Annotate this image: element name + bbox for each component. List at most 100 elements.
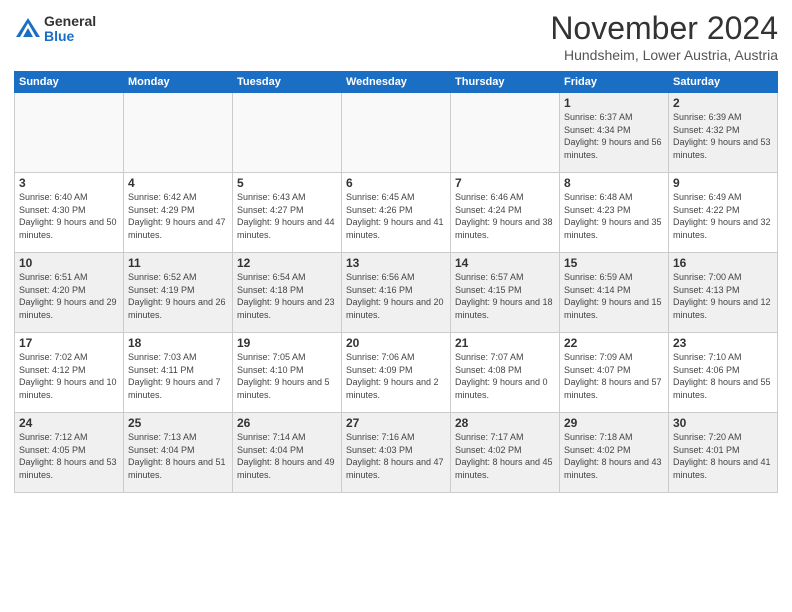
calendar-cell: 28Sunrise: 7:17 AM Sunset: 4:02 PM Dayli… — [451, 413, 560, 493]
logo-blue: Blue — [44, 29, 96, 44]
calendar-cell: 14Sunrise: 6:57 AM Sunset: 4:15 PM Dayli… — [451, 253, 560, 333]
day-number: 14 — [455, 256, 555, 270]
day-info: Sunrise: 6:59 AM Sunset: 4:14 PM Dayligh… — [564, 271, 664, 321]
day-info: Sunrise: 7:07 AM Sunset: 4:08 PM Dayligh… — [455, 351, 555, 401]
day-info: Sunrise: 7:02 AM Sunset: 4:12 PM Dayligh… — [19, 351, 119, 401]
day-number: 8 — [564, 176, 664, 190]
calendar-cell: 22Sunrise: 7:09 AM Sunset: 4:07 PM Dayli… — [560, 333, 669, 413]
day-info: Sunrise: 7:17 AM Sunset: 4:02 PM Dayligh… — [455, 431, 555, 481]
calendar-cell: 8Sunrise: 6:48 AM Sunset: 4:23 PM Daylig… — [560, 173, 669, 253]
day-number: 30 — [673, 416, 773, 430]
calendar-cell: 20Sunrise: 7:06 AM Sunset: 4:09 PM Dayli… — [342, 333, 451, 413]
calendar-cell: 15Sunrise: 6:59 AM Sunset: 4:14 PM Dayli… — [560, 253, 669, 333]
col-friday: Friday — [560, 72, 669, 93]
logo-text: General Blue — [44, 14, 96, 45]
calendar-week-1: 3Sunrise: 6:40 AM Sunset: 4:30 PM Daylig… — [15, 173, 778, 253]
day-info: Sunrise: 6:56 AM Sunset: 4:16 PM Dayligh… — [346, 271, 446, 321]
day-info: Sunrise: 7:16 AM Sunset: 4:03 PM Dayligh… — [346, 431, 446, 481]
calendar-cell: 11Sunrise: 6:52 AM Sunset: 4:19 PM Dayli… — [124, 253, 233, 333]
day-number: 23 — [673, 336, 773, 350]
day-info: Sunrise: 7:00 AM Sunset: 4:13 PM Dayligh… — [673, 271, 773, 321]
day-info: Sunrise: 6:43 AM Sunset: 4:27 PM Dayligh… — [237, 191, 337, 241]
col-monday: Monday — [124, 72, 233, 93]
day-number: 5 — [237, 176, 337, 190]
day-info: Sunrise: 6:52 AM Sunset: 4:19 PM Dayligh… — [128, 271, 228, 321]
calendar-cell: 19Sunrise: 7:05 AM Sunset: 4:10 PM Dayli… — [233, 333, 342, 413]
calendar-cell: 17Sunrise: 7:02 AM Sunset: 4:12 PM Dayli… — [15, 333, 124, 413]
day-number: 22 — [564, 336, 664, 350]
day-number: 9 — [673, 176, 773, 190]
calendar-cell: 4Sunrise: 6:42 AM Sunset: 4:29 PM Daylig… — [124, 173, 233, 253]
day-number: 26 — [237, 416, 337, 430]
day-number: 4 — [128, 176, 228, 190]
day-number: 16 — [673, 256, 773, 270]
day-number: 6 — [346, 176, 446, 190]
logo-general: General — [44, 14, 96, 29]
calendar-cell — [451, 93, 560, 173]
day-info: Sunrise: 6:45 AM Sunset: 4:26 PM Dayligh… — [346, 191, 446, 241]
day-info: Sunrise: 6:57 AM Sunset: 4:15 PM Dayligh… — [455, 271, 555, 321]
calendar-cell: 30Sunrise: 7:20 AM Sunset: 4:01 PM Dayli… — [669, 413, 778, 493]
calendar-table: Sunday Monday Tuesday Wednesday Thursday… — [14, 71, 778, 493]
day-number: 20 — [346, 336, 446, 350]
calendar-cell: 26Sunrise: 7:14 AM Sunset: 4:04 PM Dayli… — [233, 413, 342, 493]
day-number: 19 — [237, 336, 337, 350]
day-info: Sunrise: 7:09 AM Sunset: 4:07 PM Dayligh… — [564, 351, 664, 401]
calendar-cell: 16Sunrise: 7:00 AM Sunset: 4:13 PM Dayli… — [669, 253, 778, 333]
day-number: 27 — [346, 416, 446, 430]
calendar-week-3: 17Sunrise: 7:02 AM Sunset: 4:12 PM Dayli… — [15, 333, 778, 413]
calendar-cell — [342, 93, 451, 173]
calendar-cell: 5Sunrise: 6:43 AM Sunset: 4:27 PM Daylig… — [233, 173, 342, 253]
calendar-cell: 1Sunrise: 6:37 AM Sunset: 4:34 PM Daylig… — [560, 93, 669, 173]
month-title: November 2024 — [550, 10, 778, 47]
calendar-cell: 12Sunrise: 6:54 AM Sunset: 4:18 PM Dayli… — [233, 253, 342, 333]
calendar-cell: 29Sunrise: 7:18 AM Sunset: 4:02 PM Dayli… — [560, 413, 669, 493]
calendar-cell: 24Sunrise: 7:12 AM Sunset: 4:05 PM Dayli… — [15, 413, 124, 493]
day-number: 1 — [564, 96, 664, 110]
day-info: Sunrise: 7:18 AM Sunset: 4:02 PM Dayligh… — [564, 431, 664, 481]
day-number: 3 — [19, 176, 119, 190]
day-info: Sunrise: 7:06 AM Sunset: 4:09 PM Dayligh… — [346, 351, 446, 401]
day-number: 11 — [128, 256, 228, 270]
calendar-cell: 23Sunrise: 7:10 AM Sunset: 4:06 PM Dayli… — [669, 333, 778, 413]
day-number: 15 — [564, 256, 664, 270]
day-info: Sunrise: 6:46 AM Sunset: 4:24 PM Dayligh… — [455, 191, 555, 241]
day-info: Sunrise: 6:39 AM Sunset: 4:32 PM Dayligh… — [673, 111, 773, 161]
calendar-week-2: 10Sunrise: 6:51 AM Sunset: 4:20 PM Dayli… — [15, 253, 778, 333]
calendar-cell: 21Sunrise: 7:07 AM Sunset: 4:08 PM Dayli… — [451, 333, 560, 413]
calendar-cell: 27Sunrise: 7:16 AM Sunset: 4:03 PM Dayli… — [342, 413, 451, 493]
day-info: Sunrise: 7:12 AM Sunset: 4:05 PM Dayligh… — [19, 431, 119, 481]
day-info: Sunrise: 7:10 AM Sunset: 4:06 PM Dayligh… — [673, 351, 773, 401]
day-number: 17 — [19, 336, 119, 350]
calendar-cell: 10Sunrise: 6:51 AM Sunset: 4:20 PM Dayli… — [15, 253, 124, 333]
day-info: Sunrise: 7:03 AM Sunset: 4:11 PM Dayligh… — [128, 351, 228, 401]
col-saturday: Saturday — [669, 72, 778, 93]
calendar-cell — [233, 93, 342, 173]
calendar-cell: 6Sunrise: 6:45 AM Sunset: 4:26 PM Daylig… — [342, 173, 451, 253]
calendar-cell: 13Sunrise: 6:56 AM Sunset: 4:16 PM Dayli… — [342, 253, 451, 333]
header: General Blue November 2024 Hundsheim, Lo… — [14, 10, 778, 63]
col-sunday: Sunday — [15, 72, 124, 93]
calendar-header-row: Sunday Monday Tuesday Wednesday Thursday… — [15, 72, 778, 93]
day-number: 18 — [128, 336, 228, 350]
logo-icon — [14, 15, 42, 43]
logo: General Blue — [14, 14, 96, 45]
day-info: Sunrise: 7:05 AM Sunset: 4:10 PM Dayligh… — [237, 351, 337, 401]
day-info: Sunrise: 6:37 AM Sunset: 4:34 PM Dayligh… — [564, 111, 664, 161]
day-info: Sunrise: 7:13 AM Sunset: 4:04 PM Dayligh… — [128, 431, 228, 481]
calendar-week-4: 24Sunrise: 7:12 AM Sunset: 4:05 PM Dayli… — [15, 413, 778, 493]
col-wednesday: Wednesday — [342, 72, 451, 93]
calendar-cell: 2Sunrise: 6:39 AM Sunset: 4:32 PM Daylig… — [669, 93, 778, 173]
day-number: 25 — [128, 416, 228, 430]
day-info: Sunrise: 6:51 AM Sunset: 4:20 PM Dayligh… — [19, 271, 119, 321]
day-number: 10 — [19, 256, 119, 270]
location-title: Hundsheim, Lower Austria, Austria — [550, 47, 778, 63]
day-number: 2 — [673, 96, 773, 110]
day-info: Sunrise: 6:40 AM Sunset: 4:30 PM Dayligh… — [19, 191, 119, 241]
day-info: Sunrise: 7:14 AM Sunset: 4:04 PM Dayligh… — [237, 431, 337, 481]
calendar-cell: 9Sunrise: 6:49 AM Sunset: 4:22 PM Daylig… — [669, 173, 778, 253]
calendar-cell — [124, 93, 233, 173]
calendar-cell: 7Sunrise: 6:46 AM Sunset: 4:24 PM Daylig… — [451, 173, 560, 253]
day-number: 7 — [455, 176, 555, 190]
col-thursday: Thursday — [451, 72, 560, 93]
